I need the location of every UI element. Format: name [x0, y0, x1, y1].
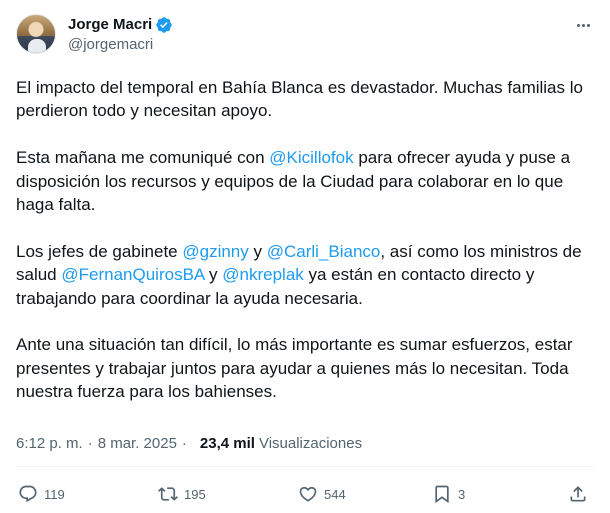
bookmark-button[interactable]: 3: [432, 482, 465, 506]
avatar[interactable]: [16, 14, 56, 54]
reply-count: 119: [44, 486, 65, 502]
tweet-text-segment: Esta mañana me comuniqué con: [16, 148, 270, 168]
tweet-text-segment: Los jefes de gabinete: [16, 241, 183, 261]
more-icon[interactable]: [572, 16, 594, 34]
tweet-meta: 6:12 p. m. · 8 mar. 2025 · 23,4 mil Visu…: [16, 435, 362, 452]
tweet-text-segment: Ante una situación tan difícil, lo más i…: [16, 335, 573, 402]
tweet-text-segment: y: [204, 265, 223, 285]
repost-button[interactable]: 195: [158, 482, 206, 506]
mention-link[interactable]: @nkreplak: [222, 265, 304, 284]
meta-separator: ·: [87, 435, 93, 452]
views-label: Visualizaciones: [258, 435, 363, 452]
author-name[interactable]: Jorge Macri: [68, 16, 152, 34]
like-icon: [299, 486, 317, 502]
tweet-paragraph: El impacto del temporal en Bahía Blanca …: [16, 76, 596, 123]
tweet-text-segment: y: [248, 241, 267, 261]
tweet-paragraph: Ante una situación tan difícil, lo más i…: [16, 333, 596, 403]
author-handle[interactable]: @jorgemacri: [68, 36, 153, 54]
tweet-text: El impacto del temporal en Bahía Blanca …: [16, 76, 596, 404]
verified-badge-icon: [156, 17, 172, 33]
repost-icon: [158, 487, 178, 501]
meta-separator: ·: [181, 435, 187, 452]
repost-count: 195: [184, 486, 206, 502]
mention-link[interactable]: @gzinny: [182, 242, 248, 261]
mention-link[interactable]: @Kicillofok: [269, 148, 353, 167]
share-icon: [570, 486, 586, 502]
mention-link[interactable]: @FernanQuirosBA: [61, 265, 204, 284]
share-button[interactable]: [568, 482, 588, 506]
tweet-time[interactable]: 6:12 p. m.: [16, 435, 83, 452]
like-button[interactable]: 544: [298, 482, 346, 506]
reply-button[interactable]: 119: [18, 482, 65, 506]
author-name-row: Jorge Macri: [68, 16, 173, 34]
like-count: 544: [324, 486, 346, 502]
tweet-date[interactable]: 8 mar. 2025: [98, 435, 177, 452]
bookmark-count: 3: [458, 486, 466, 502]
bookmark-icon: [435, 485, 449, 504]
tweet-header: Jorge Macri @jorgemacri: [16, 14, 594, 62]
views-count: 23,4 mil: [199, 435, 255, 452]
mention-link[interactable]: @Carli_Bianco: [267, 242, 381, 261]
divider: [16, 466, 594, 467]
reply-icon: [19, 485, 37, 503]
action-bar: 119 195 544 3: [16, 482, 594, 506]
tweet-paragraph: Los jefes de gabinete @gzinny y @Carli_B…: [16, 240, 596, 310]
tweet-paragraph: Esta mañana me comuniqué con @Kicillofok…: [16, 146, 596, 216]
tweet-text-segment: El impacto del temporal en Bahía Blanca …: [16, 78, 583, 121]
